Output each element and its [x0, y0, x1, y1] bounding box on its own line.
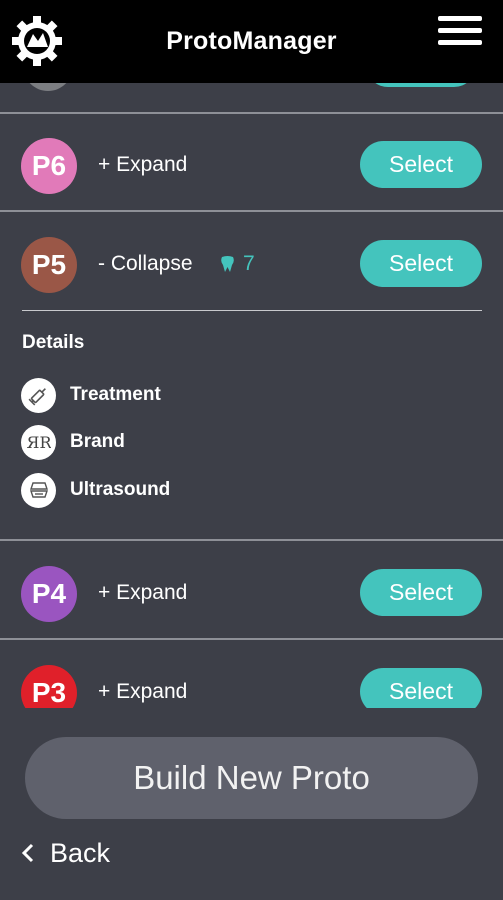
ultrasound-icon	[21, 472, 56, 508]
back-button[interactable]: Back	[20, 835, 110, 871]
detail-label: Brand	[70, 431, 125, 452]
detail-label: Treatment	[70, 384, 161, 405]
detail-item-treatment: Treatment	[21, 377, 161, 413]
select-button[interactable]: Select	[360, 668, 482, 708]
select-button[interactable]: Select	[360, 240, 482, 287]
proto-list[interactable]: P6 + Expand Select P5 - Collapse 7 Selec…	[0, 83, 503, 708]
build-new-proto-button[interactable]: Build New Proto	[25, 737, 478, 819]
select-button[interactable]: Select	[360, 141, 482, 188]
count-value: 7	[243, 252, 255, 275]
avatar: P6	[21, 138, 77, 194]
proto-row-p4: P4 + Expand Select	[0, 542, 503, 640]
tooth-count: 7	[220, 252, 255, 276]
proto-row-p3: P3 + Expand Select	[0, 641, 503, 708]
tooth-icon	[221, 255, 234, 272]
app-header: ProtoManager	[0, 0, 503, 83]
app-title: ProtoManager	[166, 27, 337, 55]
details-title: Details	[22, 332, 85, 353]
detail-item-brand: ЯR Brand	[21, 424, 125, 460]
detail-label: Ultrasound	[70, 479, 171, 500]
detail-item-ultrasound: Ultrasound	[21, 472, 170, 508]
brand-icon: ЯR	[21, 424, 56, 460]
avatar	[23, 83, 73, 91]
expand-toggle[interactable]: + Expand	[98, 581, 187, 605]
chevron-left-icon	[21, 843, 34, 863]
expand-toggle[interactable]: + Expand	[98, 680, 187, 704]
select-button[interactable]: Select	[360, 569, 482, 616]
divider	[0, 638, 503, 640]
divider	[22, 310, 482, 311]
divider	[0, 210, 503, 212]
expand-toggle[interactable]: + Expand	[98, 153, 187, 177]
hamburger-menu-icon[interactable]	[438, 16, 482, 46]
proto-row-p5: P5 - Collapse 7 Select	[0, 213, 503, 311]
collapse-toggle[interactable]: - Collapse	[98, 252, 193, 276]
proto-row-p6: P6 + Expand Select	[0, 114, 503, 212]
select-button[interactable]	[366, 83, 476, 87]
avatar: P4	[21, 566, 77, 622]
syringe-icon	[21, 377, 56, 413]
svg-text:ЯR: ЯR	[27, 433, 51, 452]
back-label: Back	[50, 837, 111, 868]
divider	[0, 539, 503, 541]
avatar: P5	[21, 237, 77, 293]
avatar: P3	[21, 665, 77, 708]
